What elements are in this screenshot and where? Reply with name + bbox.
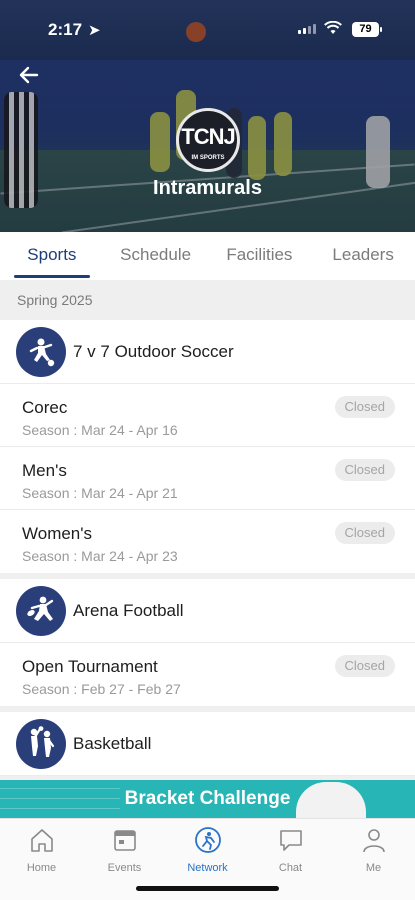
hero-banner: 2:17 ➤ 79 TCNJ IM SPORTS Intramurals bbox=[0, 0, 415, 232]
status-time: 2:17 bbox=[48, 20, 83, 39]
status-badge: Closed bbox=[334, 655, 395, 677]
tab-schedule[interactable]: Schedule bbox=[104, 232, 208, 280]
league-row[interactable]: Open Tournament Season : Feb 27 - Feb 27… bbox=[0, 643, 415, 706]
league-season: Season : Feb 27 - Feb 27 bbox=[22, 681, 181, 697]
sport-header[interactable]: Arena Football bbox=[0, 579, 415, 643]
logo-subtext: IM SPORTS bbox=[191, 155, 225, 161]
status-badge: Closed bbox=[334, 459, 395, 481]
sports-list[interactable]: Spring 2025 7 v 7 Outdoor Soccer Corec S… bbox=[0, 280, 415, 780]
home-icon bbox=[0, 825, 83, 855]
league-season: Season : Mar 24 - Apr 16 bbox=[22, 422, 178, 438]
league-name: Men's bbox=[22, 461, 67, 480]
basketball-icon bbox=[16, 718, 66, 769]
location-arrow-icon: ➤ bbox=[88, 22, 101, 39]
league-row[interactable]: Women's Season : Mar 24 - Apr 23 Closed bbox=[0, 510, 415, 573]
nav-label: Events bbox=[107, 862, 142, 874]
league-name: Corec bbox=[22, 398, 68, 417]
nav-label: Chat bbox=[278, 862, 303, 874]
cellular-signal-icon bbox=[298, 24, 316, 34]
sport-header[interactable]: 7 v 7 Outdoor Soccer bbox=[0, 320, 415, 384]
wifi-icon bbox=[324, 21, 342, 34]
sport-name: 7 v 7 Outdoor Soccer bbox=[73, 341, 234, 361]
league-name: Open Tournament bbox=[22, 657, 158, 676]
sport-card: Arena Football Open Tournament Season : … bbox=[0, 579, 415, 706]
tab-facilities[interactable]: Facilities bbox=[208, 232, 312, 280]
league-row[interactable]: Men's Season : Mar 24 - Apr 21 Closed bbox=[0, 447, 415, 510]
tcnj-logo: TCNJ IM SPORTS bbox=[176, 108, 240, 172]
league-season: Season : Mar 24 - Apr 21 bbox=[22, 485, 178, 501]
banner-text: Bracket Challenge bbox=[124, 788, 291, 809]
tab-sports[interactable]: Sports bbox=[0, 232, 104, 280]
nav-label: Home bbox=[26, 862, 57, 874]
home-indicator[interactable] bbox=[136, 886, 279, 891]
nav-me[interactable]: Me bbox=[332, 819, 415, 900]
season-header: Spring 2025 bbox=[0, 280, 415, 320]
status-badge: Closed bbox=[334, 396, 395, 418]
football-icon bbox=[16, 585, 66, 636]
tab-bar: Sports Schedule Facilities Leaders bbox=[0, 232, 415, 280]
sport-card: Basketball bbox=[0, 712, 415, 776]
league-season: Season : Mar 24 - Apr 23 bbox=[22, 548, 178, 564]
sport-card: 7 v 7 Outdoor Soccer Corec Season : Mar … bbox=[0, 320, 415, 573]
status-bar: 2:17 ➤ 79 bbox=[0, 0, 415, 50]
sport-header[interactable]: Basketball bbox=[0, 712, 415, 776]
soccer-icon bbox=[16, 326, 66, 377]
network-icon bbox=[166, 825, 249, 855]
sport-name: Basketball bbox=[73, 733, 152, 753]
status-badge: Closed bbox=[334, 522, 395, 544]
chat-icon bbox=[249, 825, 332, 855]
page-title: Intramurals bbox=[153, 177, 262, 199]
bracket-challenge-banner[interactable]: Bracket Challenge bbox=[0, 780, 415, 818]
nav-label: Me bbox=[365, 862, 382, 874]
nav-label: Network bbox=[187, 862, 228, 874]
person-icon bbox=[332, 825, 415, 855]
nav-home[interactable]: Home bbox=[0, 819, 83, 900]
back-arrow-icon[interactable] bbox=[14, 64, 42, 92]
logo-text: TCNJ bbox=[181, 124, 235, 149]
sport-name: Arena Football bbox=[73, 600, 184, 620]
league-row[interactable]: Corec Season : Mar 24 - Apr 16 Closed bbox=[0, 384, 415, 447]
calendar-icon bbox=[83, 825, 166, 855]
league-name: Women's bbox=[22, 524, 93, 543]
tab-leaders[interactable]: Leaders bbox=[311, 232, 415, 280]
battery-icon: 79 bbox=[352, 22, 382, 37]
